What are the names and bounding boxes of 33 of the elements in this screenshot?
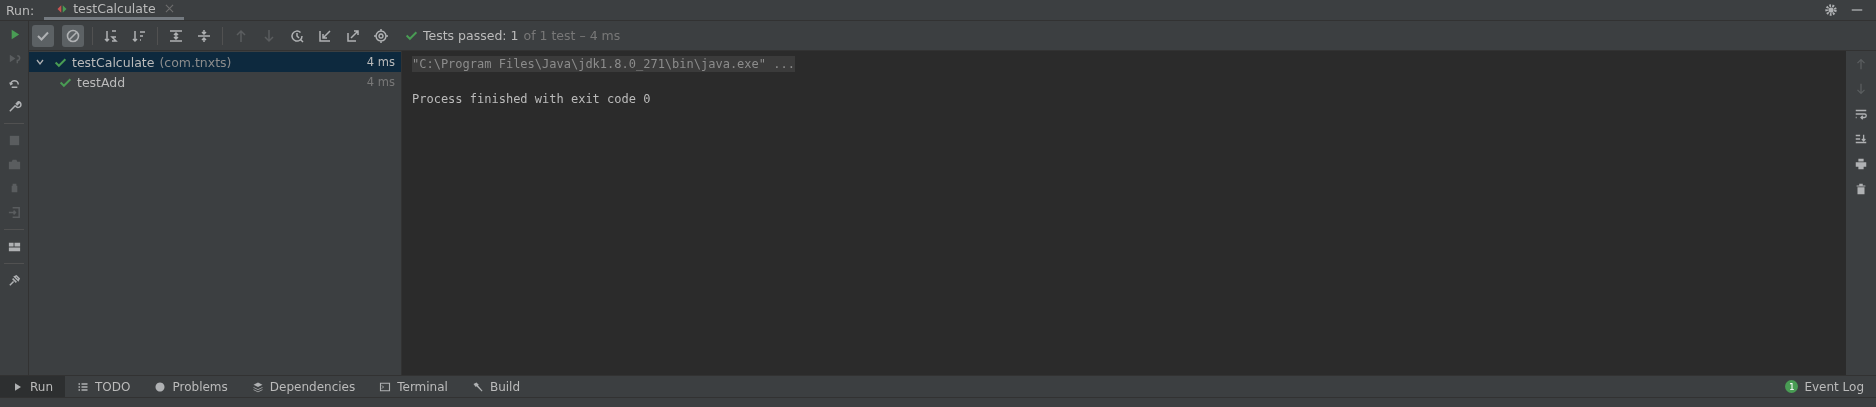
- sort-alpha-icon[interactable]: [103, 27, 119, 44]
- tool-window-tab[interactable]: Build: [459, 376, 533, 397]
- event-log-tab[interactable]: 1 Event Log: [1773, 376, 1876, 397]
- tool-window-tab[interactable]: Terminal: [367, 376, 460, 397]
- console-output: Process finished with exit code 0: [412, 91, 651, 106]
- export-icon[interactable]: [345, 27, 361, 44]
- show-ignored-toggle[interactable]: [62, 24, 84, 47]
- status-detail: of 1 test – 4 ms: [523, 28, 621, 43]
- tool-window-tab[interactable]: TODO: [65, 376, 143, 397]
- scroll-to-end-icon[interactable]: [1854, 132, 1868, 146]
- panel-label: Run:: [5, 2, 36, 18]
- list-icon: [77, 380, 89, 393]
- test-tree-item[interactable]: testAdd 4 ms: [29, 72, 401, 92]
- tool-window-tab[interactable]: Run: [0, 376, 65, 397]
- test-tree-item[interactable]: testCalculate (com.tnxts) 4 ms: [29, 52, 401, 72]
- collapse-all-icon[interactable]: [196, 27, 212, 44]
- tool-window-tab[interactable]: Problems: [142, 376, 240, 397]
- clock-icon[interactable]: [289, 27, 305, 44]
- terminal-icon: [379, 380, 392, 393]
- pin-icon[interactable]: [6, 273, 22, 288]
- configuration-tab[interactable]: testCalculate: [44, 0, 184, 20]
- import-icon[interactable]: [317, 27, 333, 44]
- notification-badge: 1: [1785, 380, 1799, 393]
- prohibited-icon: [65, 27, 81, 44]
- tool-window-tab[interactable]: Dependencies: [239, 376, 368, 397]
- status-text: Tests passed: 1: [423, 28, 519, 43]
- layers-icon: [251, 380, 264, 393]
- show-passed-toggle[interactable]: [32, 24, 54, 47]
- expand-all-icon[interactable]: [168, 27, 184, 44]
- soft-wrap-icon[interactable]: [1854, 107, 1868, 121]
- print-icon[interactable]: [1854, 157, 1868, 171]
- hammer-icon: [471, 380, 484, 393]
- chevron-icon[interactable]: [35, 57, 45, 67]
